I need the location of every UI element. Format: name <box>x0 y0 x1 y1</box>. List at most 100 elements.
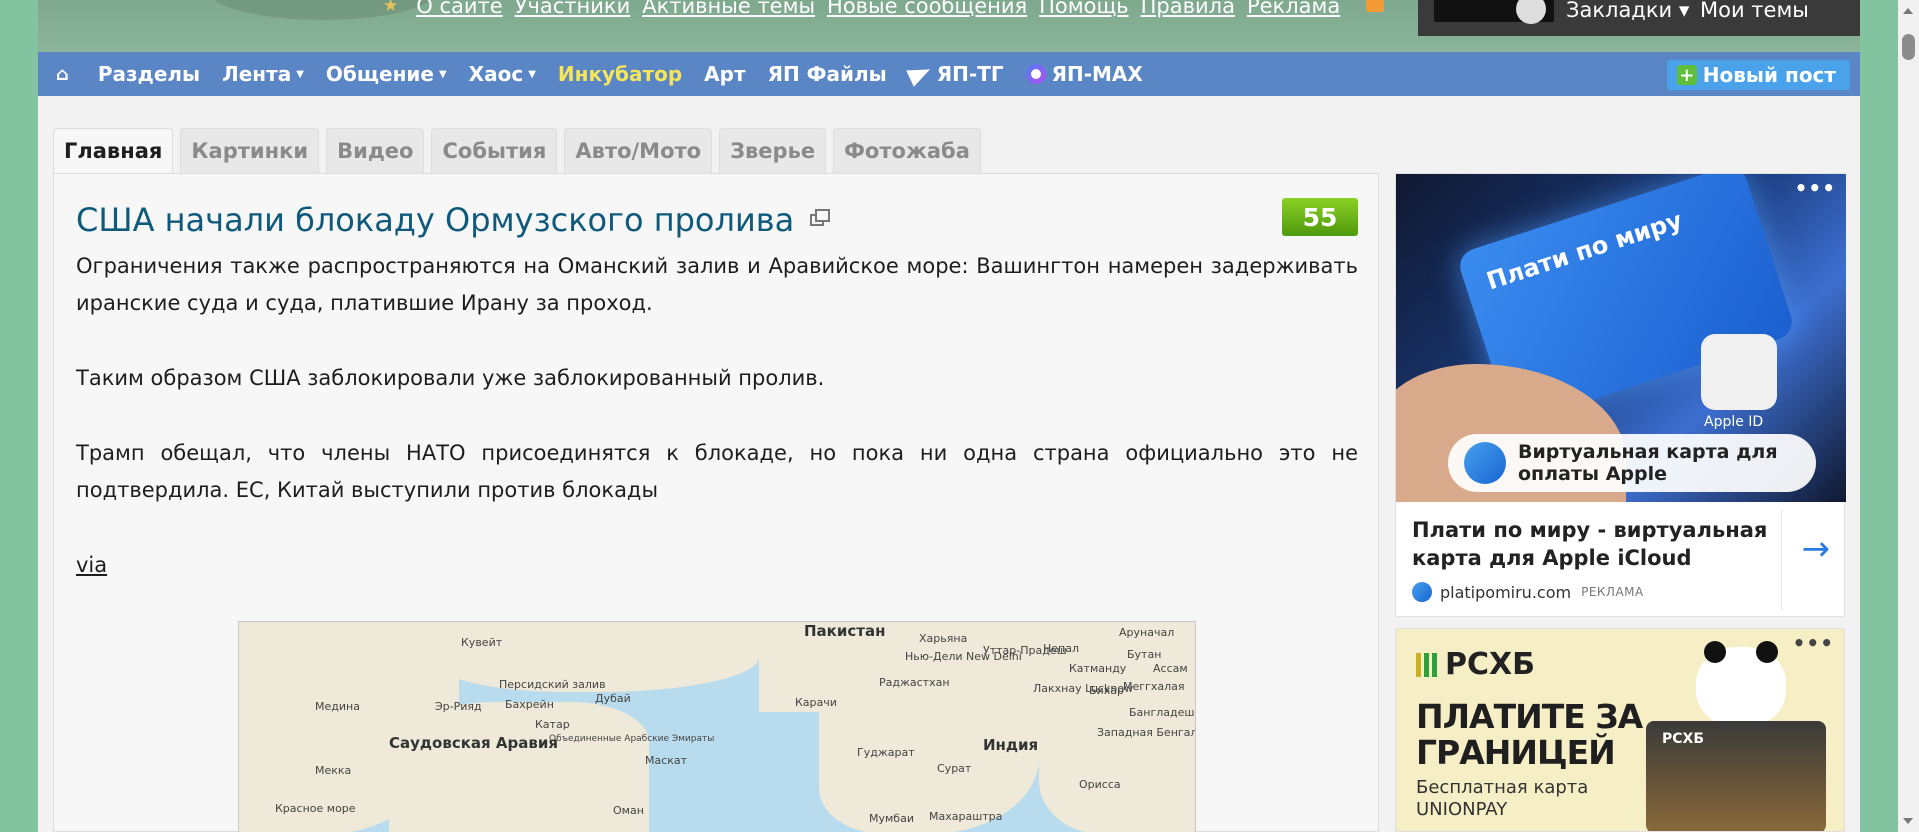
nav-label: Инкубатор <box>557 62 683 86</box>
page-scrollbar[interactable] <box>1898 0 1919 832</box>
caret-down-icon: ▼ <box>528 68 536 80</box>
post-paragraph: Таким образом США заблокировали уже забл… <box>76 366 825 390</box>
map-label: Раджастхан <box>879 676 950 689</box>
top-link-members[interactable]: Участники <box>515 0 631 18</box>
nav-incubator[interactable]: Инкубатор <box>547 62 693 86</box>
bookmarks-menu[interactable]: Закладки ▾ <box>1566 0 1689 22</box>
map-label: Кувейт <box>461 636 503 649</box>
favicon-icon <box>1412 582 1432 602</box>
map-label: Пакистан <box>804 622 886 640</box>
more-options-icon[interactable]: ••• <box>1793 631 1834 655</box>
main-navbar: ⌂ Разделы Лента ▼ Общение ▼ Хаос ▼ Инкубато… <box>38 52 1860 96</box>
max-icon <box>1025 64 1046 84</box>
rating-badge[interactable]: 55 <box>1282 198 1358 236</box>
tab-animals[interactable]: Зверье <box>719 128 827 173</box>
ad-headline: ПЛАТИТЕ ЗА ГРАНИЦЕЙ <box>1416 697 1643 772</box>
tab-photoshop[interactable]: Фотожаба <box>833 128 981 173</box>
ad-domain[interactable]: platipomiru.com РЕКЛАМА <box>1412 582 1644 602</box>
map-label: Красное море <box>275 802 356 815</box>
tab-pictures[interactable]: Картинки <box>180 128 320 173</box>
plus-icon: + <box>1676 65 1697 86</box>
ad-card-text: Плати по миру <box>1483 205 1686 296</box>
nav-communication[interactable]: Общение ▼ <box>315 62 458 86</box>
nav-max[interactable]: ЯП-MAX <box>1015 62 1154 86</box>
nav-label: ЯП-ТГ <box>936 62 1004 86</box>
tab-events[interactable]: События <box>431 128 558 173</box>
map-label: Медина <box>315 700 360 713</box>
nav-sections[interactable]: Разделы <box>87 62 211 86</box>
new-post-button[interactable]: + Новый пост <box>1666 60 1850 90</box>
map-label: Мекка <box>315 764 352 777</box>
nav-label: ЯП-MAX <box>1051 62 1143 86</box>
ad-label: РЕКЛАМА <box>1581 585 1644 599</box>
scroll-up-arrow-icon[interactable] <box>1903 8 1913 14</box>
via-link[interactable]: via <box>76 553 107 577</box>
map-label: Катар <box>535 718 570 731</box>
top-link-active-topics[interactable]: Активные темы <box>642 0 815 18</box>
nav-chaos[interactable]: Хаос ▼ <box>458 62 547 86</box>
map-label: Катманду <box>1069 662 1127 675</box>
nav-label: Общение <box>325 62 434 86</box>
map-label: Бангладеш <box>1129 706 1195 719</box>
apple-id-label: Apple ID <box>1704 414 1764 430</box>
map-label: Харьяна <box>919 632 968 645</box>
map-label: Бахрейн <box>505 698 554 711</box>
content-tabs: Главная Картинки Видео События Авто/Мото… <box>53 128 981 173</box>
map-land <box>389 702 649 832</box>
post-card: США начали блокаду Ормузского пролива 55… <box>53 173 1379 832</box>
rshb-logo: РСХБ <box>1416 647 1535 682</box>
arrow-right-icon[interactable]: → <box>1802 529 1831 569</box>
telegram-icon <box>905 61 934 87</box>
caret-down-icon: ▼ <box>296 68 304 80</box>
scrollbar-thumb[interactable] <box>1902 34 1915 60</box>
map-label: Объединенные Арабские Эмираты <box>549 734 715 744</box>
post-title-text[interactable]: США начали блокаду Ормузского пролива <box>76 201 794 239</box>
map-image[interactable]: Пакистан Кувейт Саудовская Аравия Медина… <box>238 621 1196 832</box>
nav-files[interactable]: ЯП Файлы <box>757 62 898 86</box>
top-link-ads[interactable]: Реклама <box>1247 0 1340 18</box>
ad-title[interactable]: Плати по миру - виртуальная карта для Ap… <box>1412 516 1782 572</box>
nav-label: Хаос <box>468 62 524 86</box>
top-link-help[interactable]: Помощь <box>1039 0 1129 18</box>
tab-video[interactable]: Видео <box>326 128 425 173</box>
nav-feed[interactable]: Лента ▼ <box>211 62 315 86</box>
nav-art[interactable]: Арт <box>693 62 756 86</box>
post-body: Ограничения также распространяются на Ом… <box>76 248 1358 584</box>
map-label: Маскат <box>645 754 688 767</box>
tab-auto-moto[interactable]: Авто/Мото <box>564 128 713 173</box>
panda-image <box>1696 641 1786 727</box>
nav-telegram[interactable]: ЯП-ТГ <box>898 61 1015 87</box>
user-panel: Закладки ▾ Мои темы <box>1418 0 1860 36</box>
home-icon[interactable]: ⌂ <box>38 64 87 85</box>
map-land <box>1039 702 1195 832</box>
ad-rshb[interactable]: РСХБ ПЛАТИТЕ ЗА ГРАНИЦЕЙ Бесплатная карт… <box>1395 628 1845 832</box>
avatar[interactable] <box>1434 0 1554 24</box>
star-icon: ★ <box>383 0 399 16</box>
top-link-new-messages[interactable]: Новые сообщения <box>827 0 1027 18</box>
map-label: Карачи <box>795 696 837 709</box>
post-paragraph: Ограничения также распространяются на Ом… <box>76 254 1358 315</box>
map-label: Меггхалая <box>1123 680 1185 693</box>
ad-image[interactable]: Плати по миру Apple ID Виртуальная карта… <box>1396 174 1846 502</box>
platipomiru-logo-icon <box>1464 442 1506 484</box>
map-label: Персидский залив <box>499 678 606 691</box>
card-brand: РСХБ <box>1662 731 1704 747</box>
open-in-new-icon[interactable] <box>810 209 831 226</box>
top-link-rules[interactable]: Правила <box>1141 0 1235 18</box>
map-label: Индия <box>983 736 1039 754</box>
scroll-down-arrow-icon[interactable] <box>1903 818 1913 824</box>
rshb-brand: РСХБ <box>1445 647 1535 682</box>
more-options-icon[interactable]: ••• <box>1795 176 1836 200</box>
post-title[interactable]: США начали блокаду Ормузского пролива <box>76 201 831 239</box>
top-link-about[interactable]: О сайте <box>416 0 502 18</box>
nav-label: Разделы <box>97 62 201 86</box>
map-label: Гуджарат <box>857 746 915 759</box>
ad-platipomiru[interactable]: Плати по миру Apple ID Виртуальная карта… <box>1395 173 1846 617</box>
rss-icon[interactable] <box>1366 0 1384 12</box>
tab-main[interactable]: Главная <box>53 128 174 173</box>
ad-card-graphic: РСХБ <box>1646 721 1826 831</box>
map-label: Западная Бенгалия <box>1097 726 1195 739</box>
my-topics-link[interactable]: Мои темы <box>1700 0 1809 22</box>
map-label: Аруначал <box>1119 626 1175 639</box>
map-label: Оман <box>613 804 644 817</box>
